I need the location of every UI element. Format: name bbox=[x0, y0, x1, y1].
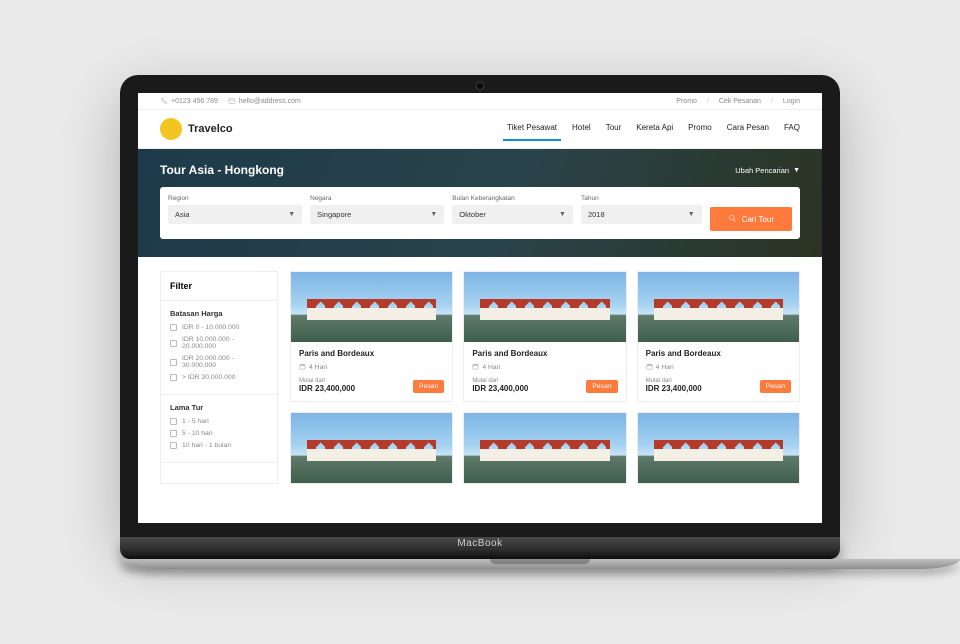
logo-mark-icon bbox=[160, 118, 182, 140]
laptop-hinge: MacBook bbox=[120, 537, 840, 559]
tour-image bbox=[638, 413, 799, 483]
nav-faq[interactable]: FAQ bbox=[784, 119, 800, 140]
checkbox-icon bbox=[170, 324, 177, 331]
book-button[interactable]: Pesan bbox=[586, 380, 617, 393]
search-icon bbox=[728, 214, 737, 225]
book-button[interactable]: Pesan bbox=[760, 380, 791, 393]
tour-card[interactable]: Paris and Bordeaux 4 Hari Mulai dari IDR… bbox=[290, 271, 453, 402]
utility-bar: +0123 456 789 hello@address.com Promo / … bbox=[138, 93, 822, 110]
tour-duration: 4 Hari bbox=[472, 363, 617, 372]
calendar-icon bbox=[472, 363, 479, 372]
device-brand: MacBook bbox=[457, 538, 502, 549]
camera-dot bbox=[477, 83, 483, 89]
nav-promo[interactable]: Promo bbox=[688, 119, 712, 140]
phone-contact[interactable]: +0123 456 789 bbox=[160, 97, 218, 105]
laptop-frame: +0123 456 789 hello@address.com Promo / … bbox=[120, 75, 840, 569]
tour-price: IDR 23,400,000 bbox=[299, 384, 355, 393]
tour-image bbox=[464, 413, 625, 483]
separator: / bbox=[707, 98, 709, 105]
results-section: Filter Batasan Harga IDR 0 - 10.000.000 … bbox=[138, 257, 822, 484]
price-option[interactable]: > IDR 30.000.000 bbox=[170, 374, 268, 381]
tour-results-grid: Paris and Bordeaux 4 Hari Mulai dari IDR… bbox=[290, 271, 800, 484]
checkbox-icon bbox=[170, 418, 177, 425]
link-promo[interactable]: Promo bbox=[676, 98, 697, 105]
nav-tour[interactable]: Tour bbox=[606, 119, 622, 140]
separator: / bbox=[771, 98, 773, 105]
filter-duration-title: Lama Tur bbox=[170, 403, 268, 412]
year-label: Tahun bbox=[581, 195, 702, 202]
duration-option[interactable]: 1 - 5 hari bbox=[170, 418, 268, 425]
brand-logo[interactable]: Travelco bbox=[160, 118, 233, 140]
tour-image bbox=[291, 272, 452, 342]
chevron-down-icon: ▼ bbox=[793, 167, 800, 174]
tour-card[interactable] bbox=[290, 412, 453, 484]
departure-month-select[interactable]: Oktober ▼ bbox=[452, 205, 573, 224]
tour-title: Paris and Bordeaux bbox=[472, 349, 617, 358]
main-header: Travelco Tiket Pesawat Hotel Tour Kereta… bbox=[138, 110, 822, 149]
duration-option[interactable]: 5 - 10 hari bbox=[170, 430, 268, 437]
year-select[interactable]: 2018 ▼ bbox=[581, 205, 702, 224]
checkbox-icon bbox=[170, 359, 177, 366]
nav-tiket-pesawat[interactable]: Tiket Pesawat bbox=[507, 119, 557, 140]
checkbox-icon bbox=[170, 430, 177, 437]
nav-kereta-api[interactable]: Kereta Api bbox=[636, 119, 673, 140]
tour-card[interactable]: Paris and Bordeaux 4 Hari Mulai dari IDR… bbox=[463, 271, 626, 402]
price-option[interactable]: IDR 10.000.000 - 20.000.000 bbox=[170, 336, 268, 350]
tour-price: IDR 23,400,000 bbox=[646, 384, 702, 393]
change-search-toggle[interactable]: Ubah Pencarian ▼ bbox=[735, 166, 800, 175]
calendar-icon bbox=[646, 363, 653, 372]
country-select[interactable]: Singapore ▼ bbox=[310, 205, 444, 224]
page-title: Tour Asia - Hongkong bbox=[160, 163, 284, 177]
region-label: Region bbox=[168, 195, 302, 202]
tour-card[interactable] bbox=[637, 412, 800, 484]
filter-heading: Filter bbox=[161, 272, 277, 301]
nav-hotel[interactable]: Hotel bbox=[572, 119, 591, 140]
price-option[interactable]: IDR 0 - 10.000.000 bbox=[170, 324, 268, 331]
tour-title: Paris and Bordeaux bbox=[299, 349, 444, 358]
laptop-base bbox=[120, 559, 960, 569]
departure-month-label: Bulan Keberangkatan bbox=[452, 195, 573, 202]
brand-name: Travelco bbox=[188, 123, 233, 135]
tour-card[interactable]: Paris and Bordeaux 4 Hari Mulai dari IDR… bbox=[637, 271, 800, 402]
chevron-down-icon: ▼ bbox=[430, 211, 437, 218]
tour-search-form: Region Asia ▼ Negara Singapore ▼ bbox=[160, 187, 800, 239]
duration-option[interactable]: 10 hari - 1 bulan bbox=[170, 442, 268, 449]
primary-nav: Tiket Pesawat Hotel Tour Kereta Api Prom… bbox=[507, 119, 800, 140]
tour-image bbox=[291, 413, 452, 483]
mail-icon bbox=[228, 97, 236, 105]
nav-cara-pesan[interactable]: Cara Pesan bbox=[727, 119, 769, 140]
email-contact[interactable]: hello@address.com bbox=[228, 97, 301, 105]
chevron-down-icon: ▼ bbox=[559, 211, 566, 218]
hero-section: Tour Asia - Hongkong Ubah Pencarian ▼ Re… bbox=[138, 149, 822, 257]
link-login[interactable]: Login bbox=[783, 98, 800, 105]
tour-price: IDR 23,400,000 bbox=[472, 384, 528, 393]
tour-image bbox=[464, 272, 625, 342]
chevron-down-icon: ▼ bbox=[288, 211, 295, 218]
tour-duration: 4 Hari bbox=[299, 363, 444, 372]
country-label: Negara bbox=[310, 195, 444, 202]
checkbox-icon bbox=[170, 442, 177, 449]
filter-price-section: Batasan Harga IDR 0 - 10.000.000 IDR 10.… bbox=[161, 301, 277, 395]
book-button[interactable]: Pesan bbox=[413, 380, 444, 393]
region-select[interactable]: Asia ▼ bbox=[168, 205, 302, 224]
filter-price-title: Batasan Harga bbox=[170, 309, 268, 318]
tour-card[interactable] bbox=[463, 412, 626, 484]
tour-title: Paris and Bordeaux bbox=[646, 349, 791, 358]
phone-icon bbox=[160, 97, 168, 105]
tour-duration: 4 Hari bbox=[646, 363, 791, 372]
filter-duration-section: Lama Tur 1 - 5 hari 5 - 10 hari 10 hari … bbox=[161, 395, 277, 463]
search-tour-button[interactable]: Cari Tour bbox=[710, 207, 792, 231]
filter-sidebar: Filter Batasan Harga IDR 0 - 10.000.000 … bbox=[160, 271, 278, 484]
checkbox-icon bbox=[170, 340, 177, 347]
price-option[interactable]: IDR 20.000.000 - 30.000.000 bbox=[170, 355, 268, 369]
checkbox-icon bbox=[170, 374, 177, 381]
link-cek-pesanan[interactable]: Cek Pesanan bbox=[719, 98, 761, 105]
screen: +0123 456 789 hello@address.com Promo / … bbox=[138, 93, 822, 523]
chevron-down-icon: ▼ bbox=[688, 211, 695, 218]
calendar-icon bbox=[299, 363, 306, 372]
tour-image bbox=[638, 272, 799, 342]
